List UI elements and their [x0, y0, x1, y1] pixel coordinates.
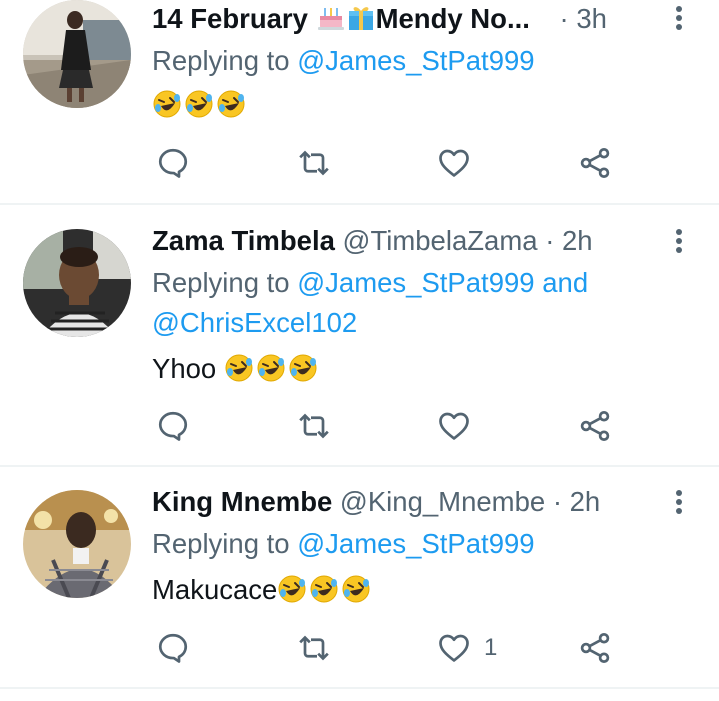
- like-button[interactable]: 1: [436, 628, 497, 668]
- tweet-actions: 1: [0, 628, 719, 668]
- reply-mention-link[interactable]: @James_StPat999: [297, 45, 534, 76]
- avatar[interactable]: [23, 229, 131, 337]
- share-icon: [580, 633, 610, 663]
- reply-mention-link[interactable]: @ChrisExcel102: [152, 307, 357, 338]
- tweet-text: Makucace: [152, 573, 373, 607]
- like-count: 1: [484, 634, 498, 661]
- reply-button[interactable]: [155, 406, 191, 446]
- gift-icon: [346, 2, 376, 40]
- tweet[interactable]: King Mnembe @King_Mnembe · 2h Replying t…: [0, 467, 719, 687]
- like-icon: [439, 149, 469, 177]
- replying-to: Replying to @James_StPat999 and: [152, 266, 588, 300]
- retweet-icon: [299, 413, 329, 439]
- share-button[interactable]: [577, 406, 613, 446]
- tweet-divider: [0, 687, 719, 689]
- more-options-icon[interactable]: [668, 4, 690, 34]
- avatar[interactable]: [23, 490, 131, 598]
- laughing-emoji-icon: [152, 89, 182, 119]
- timestamp[interactable]: 2h: [562, 225, 593, 256]
- replying-prefix: Replying to: [152, 45, 290, 76]
- reply-button[interactable]: [155, 143, 191, 183]
- retweet-icon: [299, 150, 329, 176]
- share-button[interactable]: [577, 628, 613, 668]
- share-icon: [580, 411, 610, 441]
- reply-icon: [158, 148, 188, 178]
- username-handle[interactable]: @King_Mnembe: [340, 486, 545, 517]
- tweet-body: Yhoo: [152, 353, 217, 384]
- tweet-actions: [0, 143, 719, 183]
- like-icon: [439, 412, 469, 440]
- like-icon: [439, 634, 469, 662]
- reply-icon: [158, 411, 188, 441]
- replying-to: Replying to @James_StPat999: [152, 44, 535, 78]
- retweet-icon: [299, 635, 329, 661]
- tweet-header: 14 February Mendy No... · 3h: [152, 2, 607, 40]
- tweet-text: Yhoo: [152, 352, 320, 386]
- laughing-emoji-icon: [184, 89, 214, 119]
- laughing-emoji-icon: [277, 574, 307, 604]
- username-handle[interactable]: @TimbelaZama: [343, 225, 538, 256]
- laughing-emoji-icon: [309, 574, 339, 604]
- timestamp[interactable]: 2h: [570, 486, 601, 517]
- tweet-text: [152, 88, 248, 122]
- laughing-emoji-icon: [256, 353, 286, 383]
- more-options-icon[interactable]: [668, 227, 690, 257]
- laughing-emoji-icon: [224, 353, 254, 383]
- like-button[interactable]: [436, 143, 484, 183]
- tweet-header: King Mnembe @King_Mnembe · 2h: [152, 485, 600, 519]
- separator-dot: ·: [552, 486, 562, 517]
- reply-button[interactable]: [155, 628, 191, 668]
- separator-dot: ·: [559, 3, 569, 34]
- replying-to-continued: @ChrisExcel102: [152, 306, 357, 340]
- retweet-button[interactable]: [296, 628, 332, 668]
- replying-to: Replying to @James_StPat999: [152, 527, 535, 561]
- retweet-button[interactable]: [296, 143, 332, 183]
- share-icon: [580, 148, 610, 178]
- more-options-icon[interactable]: [668, 488, 690, 518]
- replying-prefix: Replying to: [152, 528, 290, 559]
- tweet[interactable]: Zama Timbela @TimbelaZama · 2h Replying …: [0, 205, 719, 465]
- laughing-emoji-icon: [288, 353, 318, 383]
- share-button[interactable]: [577, 143, 613, 183]
- reply-icon: [158, 633, 188, 663]
- separator-dot: ·: [545, 225, 555, 256]
- tweet[interactable]: 14 February Mendy No... · 3h Replying to…: [0, 0, 719, 203]
- reply-mention-link[interactable]: @James_StPat999: [297, 267, 534, 298]
- replying-prefix: Replying to: [152, 267, 290, 298]
- laughing-emoji-icon: [341, 574, 371, 604]
- timestamp[interactable]: 3h: [576, 3, 607, 34]
- birthday-cake-icon: [316, 2, 346, 40]
- display-name[interactable]: 14 February: [152, 3, 316, 34]
- reply-and-text[interactable]: and: [542, 267, 588, 298]
- avatar[interactable]: [23, 0, 131, 108]
- display-name-suffix[interactable]: Mendy No...: [376, 3, 530, 34]
- laughing-emoji-icon: [216, 89, 246, 119]
- tweet-body: Makucace: [152, 574, 278, 605]
- reply-mention-link[interactable]: @James_StPat999: [297, 528, 534, 559]
- retweet-button[interactable]: [296, 406, 332, 446]
- display-name[interactable]: King Mnembe: [152, 486, 332, 517]
- display-name[interactable]: Zama Timbela: [152, 225, 335, 256]
- tweet-header: Zama Timbela @TimbelaZama · 2h: [152, 224, 593, 258]
- tweet-actions: [0, 406, 719, 446]
- like-button[interactable]: [436, 406, 484, 446]
